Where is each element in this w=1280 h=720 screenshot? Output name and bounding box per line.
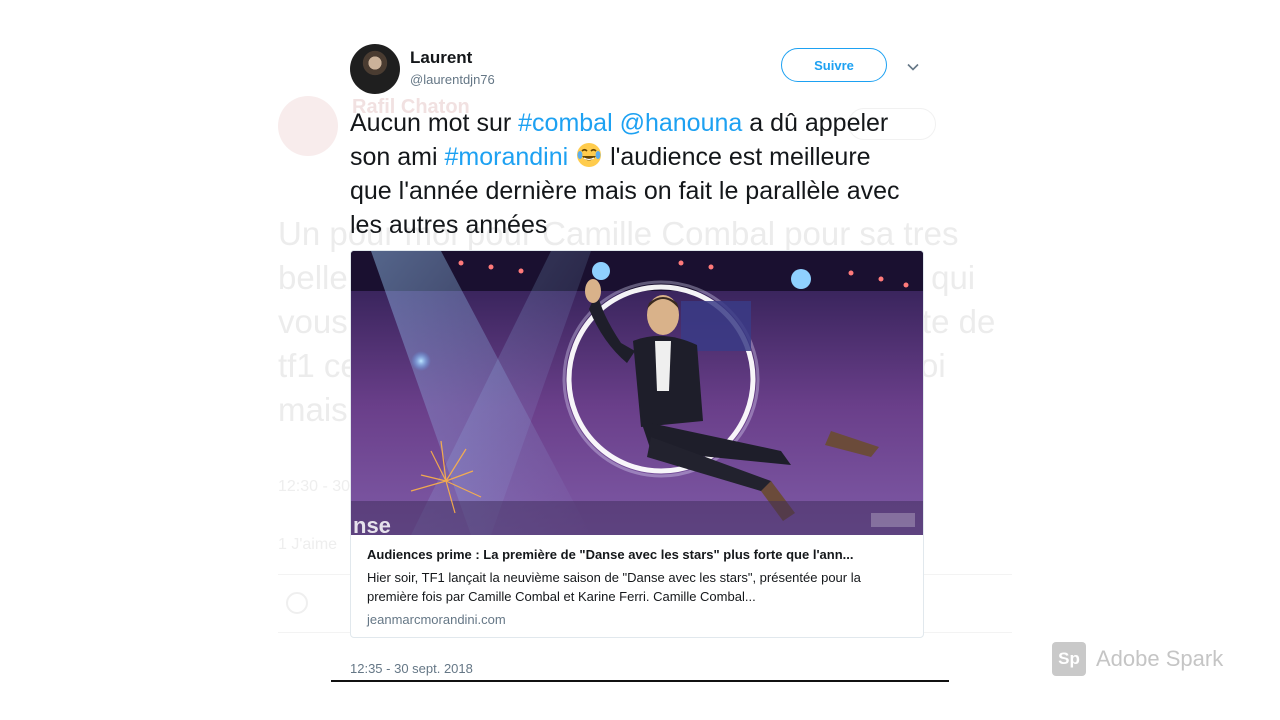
background-tweet-likes: 1 J'aime (278, 536, 338, 553)
card-image[interactable]: nse (351, 251, 923, 535)
bottom-divider (331, 680, 949, 682)
card-image-overlay-text: nse (353, 513, 391, 535)
card-photo: nse (351, 251, 923, 535)
adobe-spark-label: Adobe Spark (1096, 646, 1224, 671)
tweet-text-part (568, 143, 575, 171)
tweet: Laurent @laurentdjn76 Suivre Aucun mot s… (330, 36, 950, 686)
link-card[interactable]: nse Audiences prime : La première de "Da… (350, 250, 924, 638)
card-domain[interactable]: jeanmarcmorandini.com (367, 612, 911, 627)
chevron-down-icon[interactable] (906, 60, 920, 74)
tweet-text-part (613, 109, 620, 137)
follow-button[interactable]: Suivre (781, 48, 887, 82)
tweet-text: Aucun mot sur #combal @hanouna a dû appe… (350, 106, 910, 242)
background-reply-icon (286, 592, 308, 614)
card-description: Hier soir, TF1 lançait la neuvième saiso… (367, 570, 861, 604)
adobe-spark-logo-icon: Sp (1052, 642, 1086, 676)
adobe-spark-watermark: Sp Adobe Spark (1052, 642, 1223, 676)
hashtag-combal[interactable]: #combal (518, 109, 613, 137)
tweet-timestamp[interactable]: 12:35 - 30 sept. 2018 (350, 661, 473, 676)
card-title[interactable]: Audiences prime : La première de "Danse … (367, 547, 911, 562)
author-display-name[interactable]: Laurent (410, 48, 472, 68)
author-handle[interactable]: @laurentdjn76 (410, 72, 495, 87)
tweet-text-part: Aucun mot sur (350, 109, 519, 137)
mention-hanouna[interactable]: @hanouna (620, 109, 743, 137)
hashtag-morandini[interactable]: #morandini (444, 143, 568, 171)
avatar[interactable] (350, 44, 400, 94)
face-with-tears-of-joy-icon (577, 143, 602, 167)
card-body[interactable]: Audiences prime : La première de "Danse … (367, 547, 911, 627)
background-avatar (278, 96, 338, 156)
